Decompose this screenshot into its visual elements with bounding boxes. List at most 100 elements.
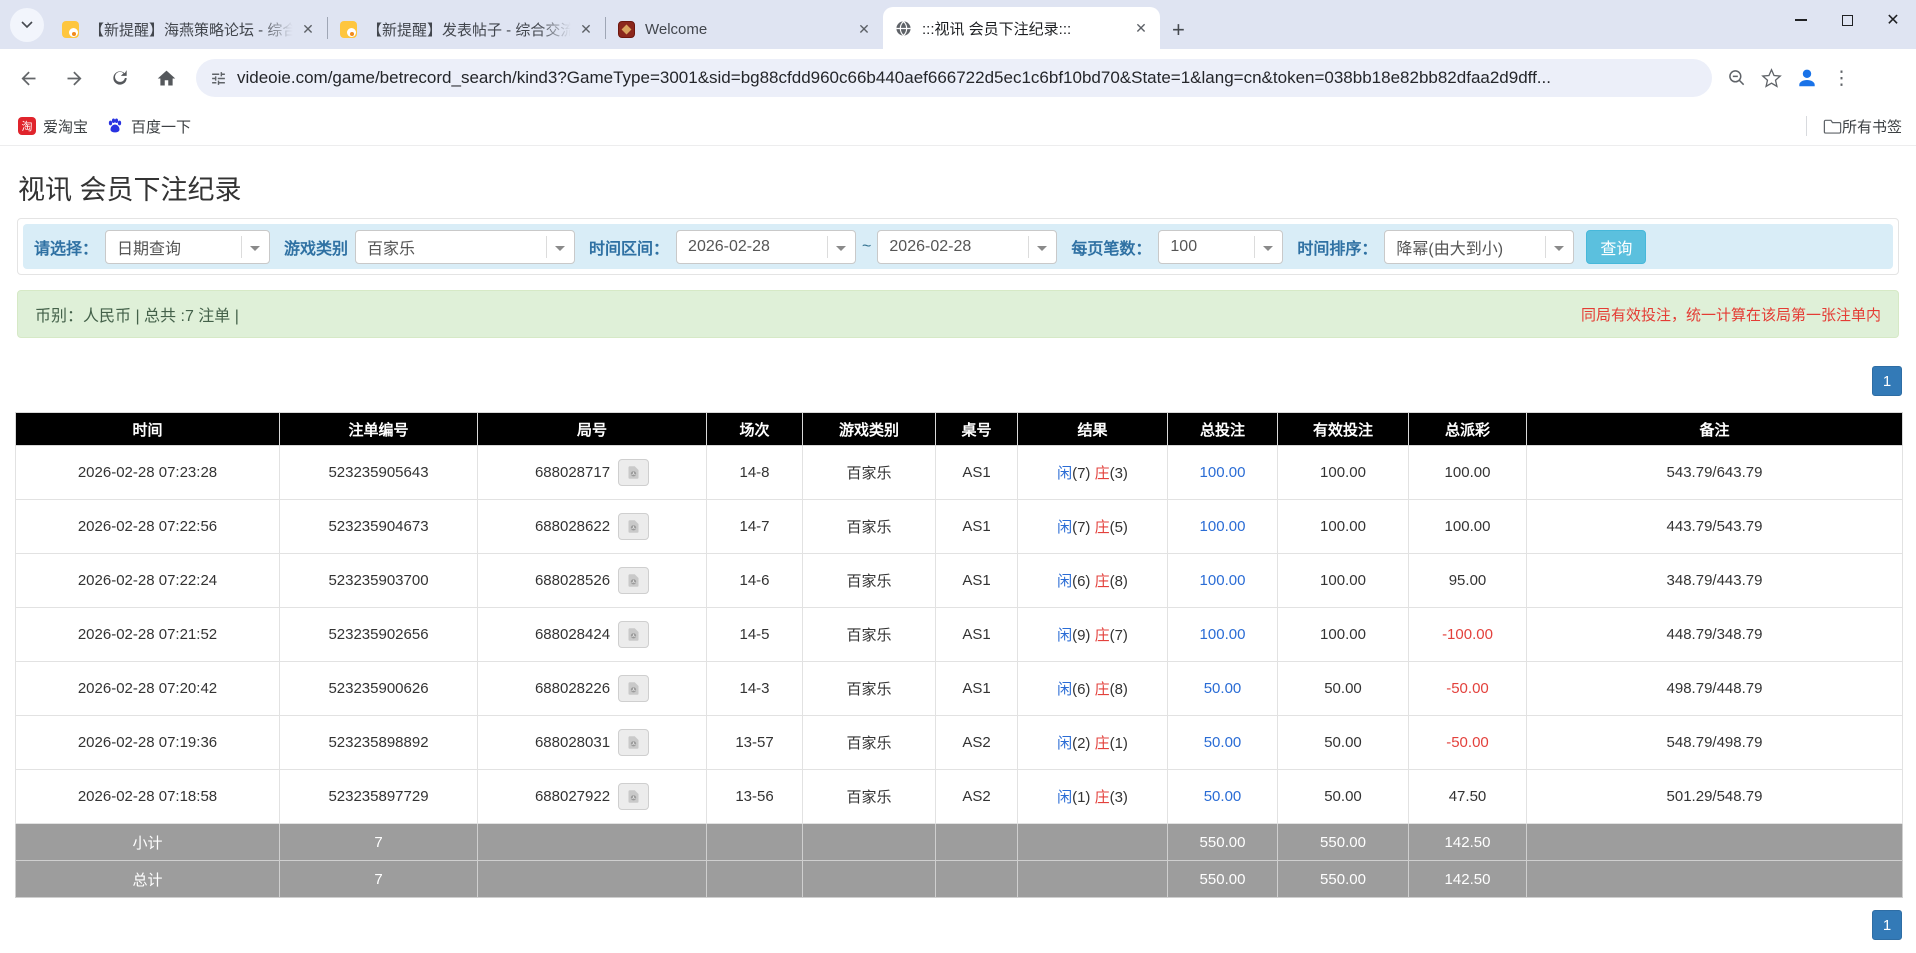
cell-empty: [936, 861, 1018, 898]
tab-bet-record-active[interactable]: :::视讯 会员下注纪录::: ✕: [883, 7, 1160, 49]
date-to-select[interactable]: 2026-02-28: [877, 230, 1057, 264]
tab-close-icon[interactable]: ✕: [577, 21, 595, 38]
tab-close-icon[interactable]: ✕: [1132, 20, 1150, 37]
bookmark-baidu[interactable]: 百度一下: [106, 116, 191, 137]
cell-session: 14-8: [707, 446, 803, 500]
cell-note: 543.79/643.79: [1527, 446, 1903, 500]
video-replay-icon: [626, 519, 641, 534]
back-button[interactable]: [10, 60, 46, 96]
close-button[interactable]: ✕: [1870, 0, 1916, 40]
tab-forum-1[interactable]: 【新提醒】海燕策略论坛 - 综合 ✕: [50, 9, 327, 49]
zoom-button[interactable]: [1727, 68, 1747, 88]
maximize-button[interactable]: [1824, 0, 1870, 40]
cell-game-type: 百家乐: [803, 446, 936, 500]
bookmarks-divider: [1806, 116, 1807, 136]
total-bet-link[interactable]: 100.00: [1200, 626, 1246, 643]
url-bar[interactable]: videoie.com/game/betrecord_search/kind3?…: [196, 59, 1712, 97]
query-type-select[interactable]: 日期查询: [105, 230, 270, 264]
cell-total-bet: 100.00: [1168, 446, 1278, 500]
total-bet-link[interactable]: 50.00: [1204, 734, 1242, 751]
cell-total-bet: 50.00: [1168, 662, 1278, 716]
cell-session: 14-3: [707, 662, 803, 716]
bookmark-star-button[interactable]: [1761, 68, 1782, 89]
query-button[interactable]: 查询: [1586, 230, 1646, 264]
cell-session: 13-57: [707, 716, 803, 770]
cell-payout: -50.00: [1409, 662, 1527, 716]
cell-round-id: 688028717: [478, 446, 707, 500]
cell-result: 闲(6) 庄(8): [1018, 554, 1168, 608]
column-header: 注单编号: [280, 413, 478, 446]
game-type-select[interactable]: 百家乐: [355, 230, 575, 264]
cell-note: 498.79/448.79: [1527, 662, 1903, 716]
total-bet-link[interactable]: 100.00: [1200, 518, 1246, 535]
table-row: 2026-02-28 07:22:24523235903700688028526…: [16, 554, 1903, 608]
video-replay-button[interactable]: [618, 621, 649, 648]
per-page-select[interactable]: 100: [1158, 230, 1283, 264]
cell-note: 548.79/498.79: [1527, 716, 1903, 770]
sort-order-select[interactable]: 降幂(由大到小): [1384, 230, 1574, 264]
video-replay-button[interactable]: [618, 567, 649, 594]
video-replay-button[interactable]: [618, 675, 649, 702]
home-button[interactable]: [148, 60, 184, 96]
column-header: 备注: [1527, 413, 1903, 446]
time-range-label: 时间区间：: [589, 235, 669, 259]
cell-game-type: 百家乐: [803, 716, 936, 770]
total-bet-link[interactable]: 50.00: [1204, 788, 1242, 805]
yellow-forum-icon: [340, 21, 357, 38]
tab-close-icon[interactable]: ✕: [299, 21, 317, 38]
cell-empty: [707, 861, 803, 898]
cell-bet-id: 523235904673: [280, 500, 478, 554]
cell-session: 13-56: [707, 770, 803, 824]
minimize-button[interactable]: [1778, 0, 1824, 40]
tab-close-icon[interactable]: ✕: [855, 21, 873, 38]
tab-forum-2[interactable]: 【新提醒】发表帖子 - 综合交流 ✕: [328, 9, 605, 49]
yellow-forum-icon: [62, 21, 79, 38]
tab-strip: 【新提醒】海燕策略论坛 - 综合 ✕ 【新提醒】发表帖子 - 综合交流 ✕ We…: [0, 0, 1916, 49]
video-replay-button[interactable]: [618, 459, 649, 486]
video-replay-button[interactable]: [618, 729, 649, 756]
column-header: 桌号: [936, 413, 1018, 446]
table-header-row: 时间注单编号局号场次游戏类别桌号结果总投注有效投注总派彩备注: [16, 413, 1903, 446]
video-replay-button[interactable]: [618, 513, 649, 540]
date-from-select[interactable]: 2026-02-28: [676, 230, 856, 264]
forward-button[interactable]: [56, 60, 92, 96]
cell-bet-id: 523235897729: [280, 770, 478, 824]
cell-game-type: 百家乐: [803, 662, 936, 716]
back-icon: [18, 68, 39, 89]
cell-note: 501.29/548.79: [1527, 770, 1903, 824]
cell-total-bet: 50.00: [1168, 770, 1278, 824]
total-total-bet: 550.00: [1168, 861, 1278, 898]
column-header: 总派彩: [1409, 413, 1527, 446]
cell-game-type: 百家乐: [803, 554, 936, 608]
menu-button[interactable]: ⋮: [1832, 67, 1851, 90]
column-header: 总投注: [1168, 413, 1278, 446]
new-tab-button[interactable]: +: [1172, 23, 1185, 37]
video-replay-icon: [626, 735, 641, 750]
cell-payout: 100.00: [1409, 500, 1527, 554]
video-replay-button[interactable]: [618, 783, 649, 810]
pagination-page-1-top[interactable]: 1: [1872, 366, 1902, 396]
total-bet-link[interactable]: 100.00: [1200, 464, 1246, 481]
cell-empty: [707, 824, 803, 861]
cell-payout: -50.00: [1409, 716, 1527, 770]
pagination-page-1-bottom[interactable]: 1: [1872, 910, 1902, 940]
bookmark-taobao[interactable]: 淘 爱淘宝: [18, 116, 88, 137]
tilde-separator: ~: [862, 238, 871, 256]
cell-table-no: AS2: [936, 770, 1018, 824]
cell-game-type: 百家乐: [803, 500, 936, 554]
cell-empty: [803, 824, 936, 861]
refresh-button[interactable]: [102, 60, 138, 96]
all-bookmarks[interactable]: 所有书签: [1806, 116, 1902, 137]
cell-table-no: AS2: [936, 716, 1018, 770]
total-bet-link[interactable]: 100.00: [1200, 572, 1246, 589]
subtotal-valid-bet: 550.00: [1278, 824, 1409, 861]
total-bet-link[interactable]: 50.00: [1204, 680, 1242, 697]
cell-empty: [1018, 824, 1168, 861]
tab-welcome[interactable]: Welcome ✕: [606, 9, 883, 49]
table-row: 2026-02-28 07:19:36523235898892688028031…: [16, 716, 1903, 770]
profile-avatar[interactable]: [1796, 67, 1818, 89]
cell-result: 闲(2) 庄(1): [1018, 716, 1168, 770]
star-icon: [1761, 68, 1782, 89]
tab-search-button[interactable]: [10, 8, 44, 42]
table-row: 2026-02-28 07:20:42523235900626688028226…: [16, 662, 1903, 716]
